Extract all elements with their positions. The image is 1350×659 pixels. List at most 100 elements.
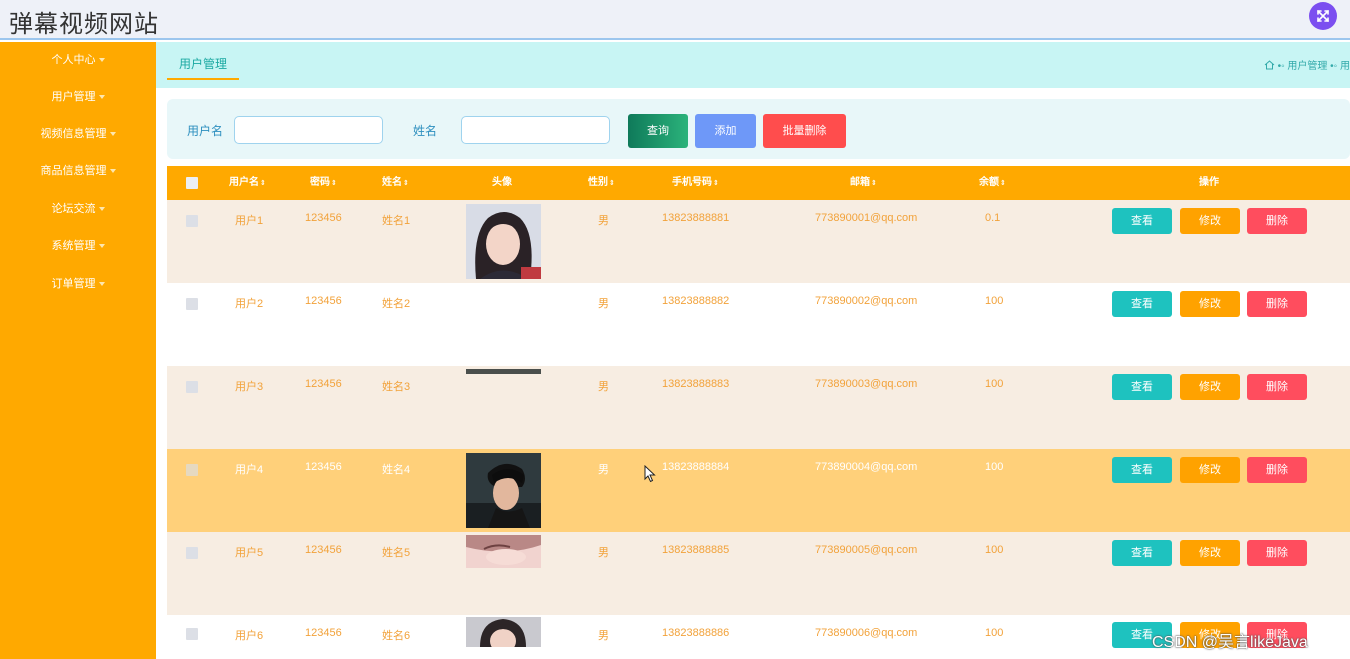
view-button[interactable]: 查看 xyxy=(1112,208,1172,234)
delete-button[interactable]: 删除 xyxy=(1247,291,1307,317)
cell-balance: 0.1 xyxy=(985,212,1001,224)
sidebar-item-users[interactable]: 用户管理 xyxy=(0,87,156,107)
cell-phone: 13823888884 xyxy=(662,461,730,473)
cell-balance: 100 xyxy=(985,295,1004,307)
edit-button[interactable]: 修改 xyxy=(1180,208,1240,234)
column-header-phone[interactable]: 手机号码⇕ xyxy=(672,166,719,200)
edit-button[interactable]: 修改 xyxy=(1180,291,1240,317)
view-button[interactable]: 查看 xyxy=(1112,291,1172,317)
sort-icon[interactable]: ⇕ xyxy=(871,180,877,187)
cell-email: 773890005@qq.com xyxy=(815,544,918,556)
row-checkbox[interactable] xyxy=(186,381,198,393)
column-header-email[interactable]: 邮箱⇕ xyxy=(850,166,877,200)
cell-name: 姓名1 xyxy=(382,215,411,227)
cell-email: 773890003@qq.com xyxy=(815,378,918,390)
cell-balance: 100 xyxy=(985,461,1004,473)
caret-down-icon xyxy=(98,95,105,100)
cell-username: 用户6 xyxy=(235,630,264,642)
sidebar-item-profile[interactable]: 个人中心 xyxy=(0,50,156,70)
avatar-image[interactable] xyxy=(466,535,541,568)
table-row: 用户1 123456 姓名1 男 13823888881 773890001@q… xyxy=(167,200,1350,283)
cell-gender: 男 xyxy=(598,464,609,476)
home-icon[interactable] xyxy=(1264,60,1275,70)
tab-bar: 用户管理 •◦ 用户管理 •◦ 用 xyxy=(156,42,1350,88)
column-header-password[interactable]: 密码⇕ xyxy=(310,166,337,200)
breadcrumb-separator: •◦ xyxy=(1330,61,1338,72)
sidebar-item-forum[interactable]: 论坛交流 xyxy=(0,199,156,219)
tab-user-management[interactable]: 用户管理 xyxy=(167,52,240,80)
add-button[interactable]: 添加 xyxy=(695,114,756,148)
column-header-gender[interactable]: 性别⇕ xyxy=(588,166,615,200)
breadcrumb-current[interactable]: 用户管理 xyxy=(1287,61,1327,72)
cell-name: 姓名2 xyxy=(382,298,411,310)
sort-icon[interactable]: ⇕ xyxy=(403,180,409,187)
cell-gender: 男 xyxy=(598,298,609,310)
table-header: 用户名⇕ 密码⇕ 姓名⇕ 头像 性别⇕ 手机号码⇕ 邮箱⇕ 余额⇕ 操作 xyxy=(167,166,1350,200)
sort-icon[interactable]: ⇕ xyxy=(260,180,266,187)
sort-icon[interactable]: ⇕ xyxy=(1000,180,1006,187)
row-checkbox[interactable] xyxy=(186,628,198,640)
column-header-actions: 操作 xyxy=(1199,177,1219,188)
cell-balance: 100 xyxy=(985,378,1004,390)
edit-button[interactable]: 修改 xyxy=(1180,374,1240,400)
name-label: 姓名 xyxy=(413,124,438,138)
username-search-input[interactable] xyxy=(234,116,383,144)
column-label: 邮箱 xyxy=(850,177,870,188)
top-bar: 弹幕视频网站 xyxy=(0,0,1350,40)
sidebar-item-label: 订单管理 xyxy=(51,278,96,290)
edit-button[interactable]: 修改 xyxy=(1180,457,1240,483)
cell-email: 773890001@qq.com xyxy=(815,212,918,224)
view-button[interactable]: 查看 xyxy=(1112,457,1172,483)
column-header-username[interactable]: 用户名⇕ xyxy=(229,166,266,200)
avatar-portrait xyxy=(466,617,541,647)
row-checkbox[interactable] xyxy=(186,215,198,227)
sidebar-item-orders[interactable]: 订单管理 xyxy=(0,274,156,294)
delete-button[interactable]: 删除 xyxy=(1247,457,1307,483)
row-checkbox[interactable] xyxy=(186,298,198,310)
avatar-image[interactable] xyxy=(466,617,541,647)
cell-gender: 男 xyxy=(598,630,609,642)
avatar-image[interactable] xyxy=(466,453,541,528)
sort-icon[interactable]: ⇕ xyxy=(713,180,719,187)
avatar-image[interactable] xyxy=(466,204,541,279)
column-label: 余额 xyxy=(979,177,999,188)
breadcrumb-trailing: 用 xyxy=(1340,61,1350,72)
cell-name: 姓名5 xyxy=(382,547,411,559)
cell-username: 用户2 xyxy=(235,298,264,310)
cell-username: 用户3 xyxy=(235,381,264,393)
delete-button[interactable]: 删除 xyxy=(1247,208,1307,234)
avatar-image[interactable] xyxy=(466,369,541,374)
sidebar-item-system[interactable]: 系统管理 xyxy=(0,236,156,256)
name-search-input[interactable] xyxy=(461,116,610,144)
expand-icon[interactable] xyxy=(1309,2,1337,30)
row-checkbox[interactable] xyxy=(186,464,198,476)
sidebar-item-videos[interactable]: 视频信息管理 xyxy=(0,124,156,144)
column-header-balance[interactable]: 余额⇕ xyxy=(979,166,1006,200)
avatar-portrait xyxy=(466,204,541,279)
watermark: CSDN @吴言likeJava xyxy=(1152,634,1308,651)
delete-button[interactable]: 删除 xyxy=(1247,374,1307,400)
view-button[interactable]: 查看 xyxy=(1112,374,1172,400)
cell-name: 姓名4 xyxy=(382,464,411,476)
column-header-name[interactable]: 姓名⇕ xyxy=(382,166,409,200)
select-all-checkbox[interactable] xyxy=(186,177,198,189)
view-button[interactable]: 查看 xyxy=(1112,540,1172,566)
sidebar-item-label: 用户管理 xyxy=(51,91,96,103)
breadcrumb: •◦ 用户管理 •◦ 用 xyxy=(1264,57,1350,72)
sort-icon[interactable]: ⇕ xyxy=(609,180,615,187)
cell-phone: 13823888883 xyxy=(662,378,730,390)
edit-button[interactable]: 修改 xyxy=(1180,540,1240,566)
cell-name: 姓名3 xyxy=(382,381,411,393)
column-header-avatar: 头像 xyxy=(492,177,512,188)
sidebar-item-products[interactable]: 商品信息管理 xyxy=(0,161,156,181)
query-button[interactable]: 查询 xyxy=(628,114,688,148)
sidebar: 个人中心 用户管理 视频信息管理 商品信息管理 论坛交流 系统管理 订单管理 xyxy=(0,42,156,659)
sidebar-item-label: 系统管理 xyxy=(51,240,96,252)
row-checkbox[interactable] xyxy=(186,547,198,559)
sort-icon[interactable]: ⇕ xyxy=(331,180,337,187)
delete-button[interactable]: 删除 xyxy=(1247,540,1307,566)
search-panel: 用户名 姓名 查询 添加 批量删除 xyxy=(167,99,1350,159)
column-label: 姓名 xyxy=(382,177,402,188)
cell-password: 123456 xyxy=(305,378,342,390)
batch-delete-button[interactable]: 批量删除 xyxy=(763,114,846,148)
